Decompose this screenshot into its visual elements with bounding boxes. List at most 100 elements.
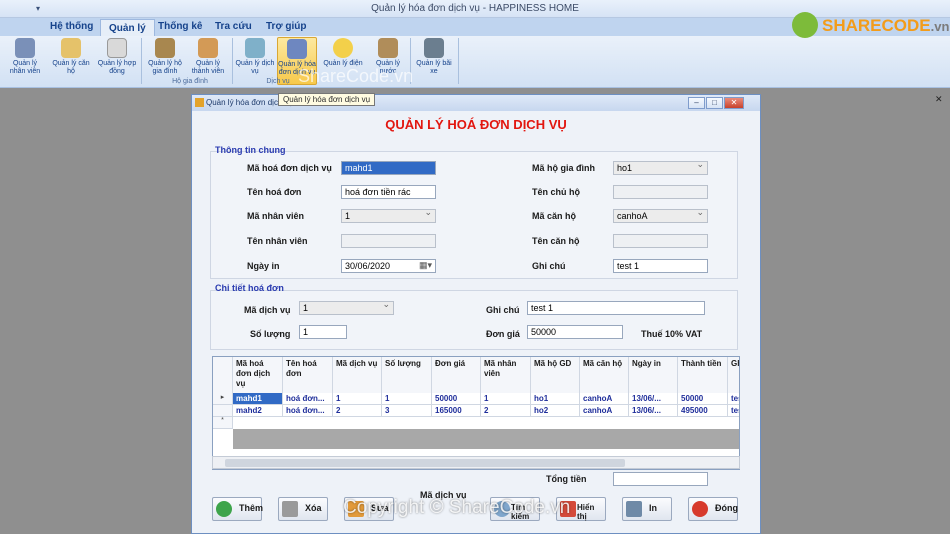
ten-can-ho-input[interactable] (613, 234, 708, 248)
grid-header[interactable]: Mã hộ GD (531, 357, 580, 393)
ten-chu-ho-input[interactable] (613, 185, 708, 199)
grid-header[interactable]: Mã hoá đơn dịch vụ (233, 357, 283, 393)
trash-icon (282, 501, 298, 517)
ten-nv-label: Tên nhân viên (247, 236, 308, 246)
close-button[interactable]: ✕ (724, 97, 744, 109)
table-cell[interactable]: 2 (333, 405, 382, 417)
maximize-button[interactable]: □ (706, 97, 723, 109)
tab-he-thong[interactable]: Hệ thống (42, 18, 101, 36)
table-cell[interactable]: mahd1 (233, 393, 283, 405)
table-cell[interactable]: 2 (481, 405, 531, 417)
grid-header[interactable]: Số lượng (382, 357, 432, 393)
vat-label: Thuế 10% VAT (641, 329, 703, 339)
group-separator (141, 38, 142, 84)
ma-nv-label: Mã nhân viên (247, 211, 305, 221)
quick-access-dropdown-icon[interactable]: ▾ (36, 4, 40, 13)
grid-header[interactable]: Ngày in (629, 357, 678, 393)
users-icon (15, 38, 35, 58)
grid-header[interactable]: Mã nhân viên (481, 357, 531, 393)
tong-tien-input[interactable] (613, 472, 708, 486)
close-form-button[interactable]: Đóng (688, 497, 738, 521)
tab-thong-ke[interactable]: Thống kê (150, 18, 210, 36)
grid-horizontal-scrollbar[interactable] (212, 456, 740, 469)
tab-tra-cuu[interactable]: Tra cứu (207, 18, 260, 36)
ngay-in-datepicker[interactable]: 30/06/2020 ▦▾ (341, 259, 436, 273)
table-cell[interactable]: mahd2 (233, 405, 283, 417)
table-cell[interactable]: 13/06/... (629, 405, 678, 417)
row-selector[interactable]: ▸ (213, 393, 233, 405)
table-cell[interactable]: canhoA (580, 405, 629, 417)
plus-icon (216, 501, 232, 517)
ribbon-quan-ly-bai-xe[interactable]: Quản lý bãi xe (414, 37, 454, 85)
grid-header[interactable]: Gh (728, 357, 739, 393)
table-cell[interactable]: 1 (481, 393, 531, 405)
grid-header[interactable]: Mã căn hộ (580, 357, 629, 393)
ribbon-quan-ly-nhan-vien[interactable]: Quản lý nhân viên (5, 37, 45, 85)
scrollbar-thumb[interactable] (225, 459, 625, 467)
ghi-chu-input[interactable]: test 1 (613, 259, 708, 273)
table-cell[interactable]: 165000 (432, 405, 481, 417)
ma-dv-select[interactable]: 1 (299, 299, 394, 315)
tab-quan-ly[interactable]: Quản lý (100, 19, 155, 36)
table-cell[interactable]: ho1 (531, 393, 580, 405)
don-gia-input[interactable]: 50000 (527, 325, 623, 339)
ribbon-quan-ly-hop-dong[interactable]: Quản lý hợp đồng (97, 37, 137, 85)
grid-header[interactable]: Đơn giá (432, 357, 481, 393)
ma-dv-label: Mã dịch vụ (244, 305, 291, 315)
table-cell[interactable]: 495000 (678, 405, 728, 417)
ten-hd-label: Tên hoá đơn (247, 187, 302, 197)
ma-hgd-label: Mã hộ gia đình (532, 163, 595, 173)
table-cell[interactable]: 1 (382, 393, 432, 405)
grid-header[interactable]: Mã dịch vụ (333, 357, 382, 393)
bus-icon (424, 38, 444, 58)
grid-empty-area (233, 429, 739, 449)
add-button[interactable]: Thêm (212, 497, 263, 521)
person-icon (198, 38, 218, 58)
calendar-icon[interactable]: ▦▾ (419, 260, 432, 271)
ghi-chu2-input[interactable]: test 1 (527, 301, 705, 315)
row-selector[interactable] (213, 405, 233, 417)
table-cell[interactable]: tes (728, 405, 739, 417)
tab-tro-giup[interactable]: Trợ giúp (258, 18, 314, 36)
ma-hd-input[interactable]: mahd1 (341, 161, 436, 175)
ribbon-quan-ly-can-ho[interactable]: Quản lý căn hộ (51, 37, 91, 85)
ribbon-tooltip: Quản lý hóa đơn dịch vụ (278, 93, 376, 106)
table-cell[interactable]: 13/06/... (629, 393, 678, 405)
ten-hd-input[interactable]: hoá đơn tiền rác (341, 185, 436, 199)
minimize-button[interactable]: – (688, 97, 705, 109)
table-cell[interactable]: hoá đơn... (283, 393, 333, 405)
general-info-title: Thông tin chung (215, 145, 286, 155)
grid-header[interactable]: Tên hoá đơn (283, 357, 333, 393)
table-cell[interactable]: canhoA (580, 393, 629, 405)
tong-tien-label: Tổng tiền (546, 474, 587, 484)
table-cell[interactable]: 50000 (432, 393, 481, 405)
delete-button[interactable]: Xóa (278, 497, 328, 521)
logo-text: SHARECODE.vn (822, 16, 950, 35)
table-cell[interactable]: tes (728, 393, 739, 405)
close-icon (692, 501, 708, 517)
table-cell[interactable]: 3 (382, 405, 432, 417)
ribbon: Quản lý nhân viên Quản lý căn hộ Quản lý… (0, 36, 950, 88)
family-icon (155, 38, 175, 58)
table-cell[interactable]: 50000 (678, 393, 728, 405)
ten-nv-input[interactable] (341, 234, 436, 248)
row-selector[interactable]: * (213, 417, 233, 429)
sharecode-logo: SHARECODE.vn (792, 10, 949, 42)
grid-corner (213, 357, 233, 393)
grid-header[interactable]: Thành tiền (678, 357, 728, 393)
ma-hgd-select[interactable]: ho1 (613, 159, 708, 175)
ghi-chu2-label: Ghi chú (486, 305, 520, 315)
so-luong-label: Số lượng (250, 329, 291, 339)
ten-can-ho-label: Tên căn hộ (532, 236, 580, 246)
print-button[interactable]: In (622, 497, 672, 521)
printer-icon (626, 501, 642, 517)
group-separator (458, 38, 459, 84)
so-luong-input[interactable]: 1 (299, 325, 347, 339)
ma-nv-select[interactable]: 1 (341, 207, 436, 223)
table-cell[interactable]: hoá đơn... (283, 405, 333, 417)
ma-can-ho-select[interactable]: canhoA (613, 207, 708, 223)
table-cell[interactable]: 1 (333, 393, 382, 405)
service-search-icon (245, 38, 265, 58)
mdi-close-icon[interactable]: ✕ (935, 94, 943, 105)
table-cell[interactable]: ho2 (531, 405, 580, 417)
